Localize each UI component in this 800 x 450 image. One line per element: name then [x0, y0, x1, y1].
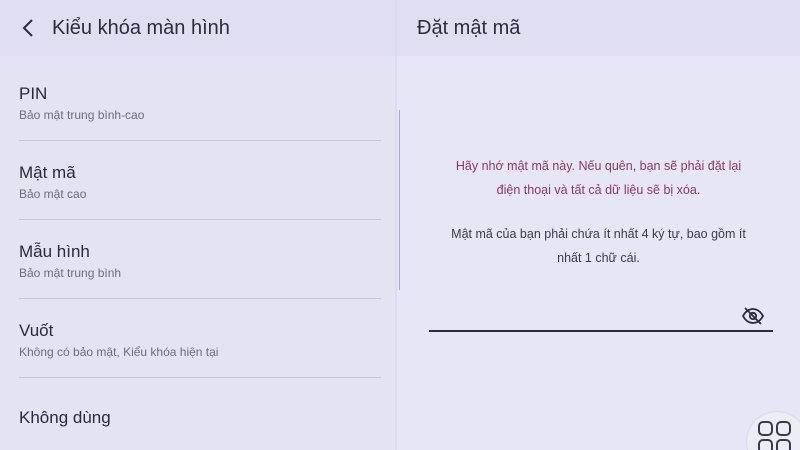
- lock-option-none[interactable]: Không dùng: [0, 378, 395, 450]
- password-field: [429, 300, 773, 332]
- lock-type-list: PIN Bảo mật trung bình-cao Mật mã Bảo mậ…: [0, 62, 395, 450]
- page-title: Đặt mật mã: [417, 16, 521, 39]
- requirement-message: Mật mã của bạn phải chứa ít nhất 4 ký tự…: [417, 222, 780, 270]
- password-input[interactable]: [429, 300, 733, 332]
- warning-line: điện thoại và tất cả dữ liệu sẽ bị xóa.: [496, 183, 701, 197]
- option-label: Mật mã: [19, 163, 76, 182]
- option-label: Vuốt: [19, 321, 54, 340]
- header: Kiểu khóa màn hình: [0, 0, 395, 56]
- option-sublabel: Bảo mật cao: [19, 187, 87, 201]
- warning-message: Hãy nhớ mật mã này. Nếu quên, bạn sẽ phả…: [417, 154, 780, 202]
- lock-option-pattern[interactable]: Mẫu hình Bảo mật trung bình: [0, 220, 395, 299]
- page-title: Kiểu khóa màn hình: [52, 16, 230, 39]
- lock-option-password[interactable]: Mật mã Bảo mật cao: [0, 141, 395, 220]
- input-underline: [429, 330, 773, 332]
- lock-option-pin[interactable]: PIN Bảo mật trung bình-cao: [0, 62, 395, 141]
- option-sublabel: Bảo mật trung bình-cao: [19, 108, 145, 122]
- screen-lock-type-panel: Kiểu khóa màn hình PIN Bảo mật trung bìn…: [0, 0, 395, 450]
- requirement-line: Mật mã của bạn phải chứa ít nhất 4 ký tự…: [451, 227, 746, 241]
- grid-button[interactable]: [747, 412, 800, 450]
- requirement-line: nhất 1 chữ cái.: [557, 251, 640, 265]
- warning-line: Hãy nhớ mật mã này. Nếu quên, bạn sẽ phả…: [455, 159, 742, 173]
- option-label: Không dùng: [19, 408, 111, 427]
- chevron-left-icon[interactable]: [18, 18, 38, 38]
- scroll-indicator: [399, 110, 400, 290]
- header: Đặt mật mã: [397, 0, 800, 56]
- option-label: PIN: [19, 84, 48, 103]
- eye-off-icon[interactable]: [741, 304, 765, 328]
- option-label: Mẫu hình: [19, 242, 90, 261]
- set-password-panel: Đặt mật mã Hãy nhớ mật mã này. Nếu quên,…: [397, 0, 800, 450]
- option-sublabel: Bảo mật trung bình: [19, 266, 122, 280]
- option-sublabel: Không có bảo mật, Kiểu khóa hiện tại: [19, 345, 219, 359]
- lock-option-swipe[interactable]: Vuốt Không có bảo mật, Kiểu khóa hiện tạ…: [0, 299, 395, 378]
